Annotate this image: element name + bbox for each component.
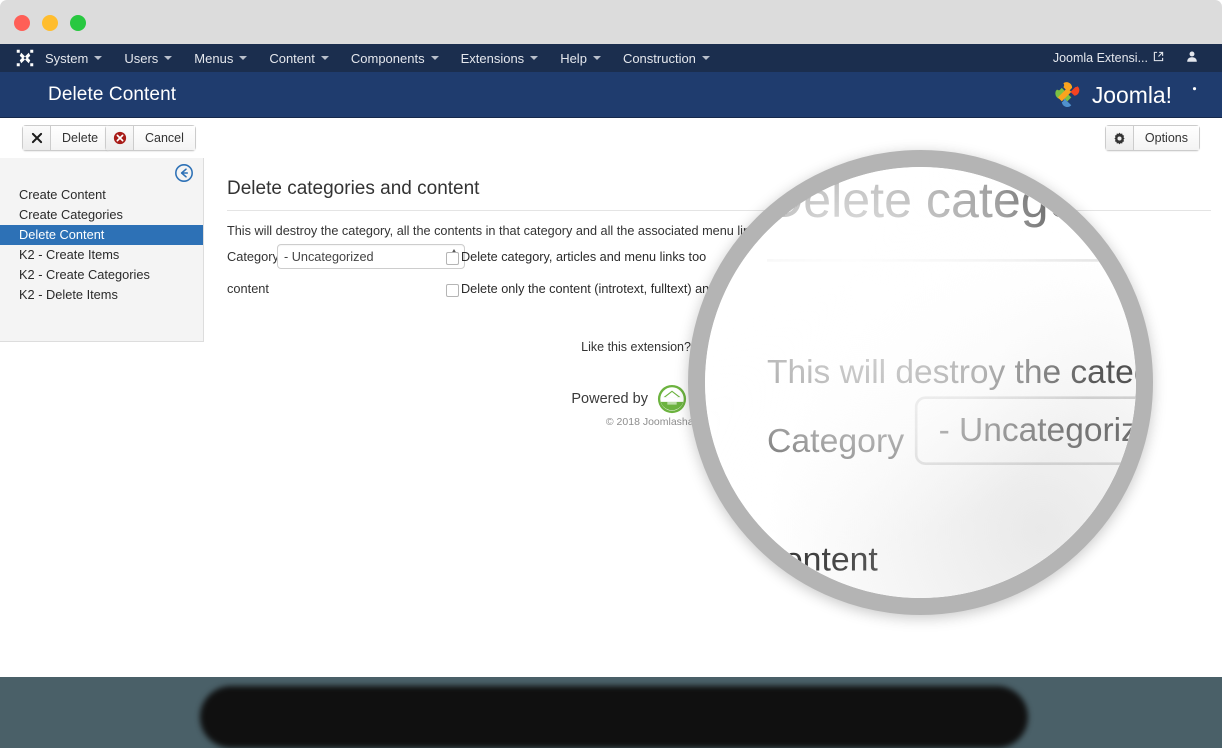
magnified-category-select[interactable]: - Uncategorized bbox=[914, 396, 1136, 465]
category-row: Category - Uncategorized bbox=[227, 244, 465, 269]
category-select-value: - Uncategorized bbox=[284, 249, 374, 264]
close-x-icon bbox=[22, 125, 50, 151]
sidebar-item-delete-content[interactable]: Delete Content bbox=[0, 225, 203, 245]
category-select[interactable]: - Uncategorized bbox=[277, 244, 465, 269]
delete-category-checkbox-row[interactable]: Delete category, articles and menu links… bbox=[446, 250, 706, 265]
sidebar-item-create-content[interactable]: Create Content bbox=[0, 185, 203, 205]
sidebar-item-k2-create-items[interactable]: K2 - Create Items bbox=[0, 245, 203, 265]
menu-item-extensions[interactable]: Extensions bbox=[450, 44, 550, 72]
laptop-base bbox=[0, 672, 1222, 748]
chevron-down-icon bbox=[430, 56, 439, 60]
delete-category-checkbox-label: Delete category, articles and menu links… bbox=[461, 250, 707, 264]
menu-item-users[interactable]: Users bbox=[113, 44, 183, 72]
menu-item-construction[interactable]: Construction bbox=[612, 44, 721, 72]
delete-button[interactable]: Delete bbox=[22, 125, 111, 151]
menu-item-help[interactable]: Help bbox=[549, 44, 612, 72]
chevron-down-icon bbox=[164, 56, 173, 60]
sidebar-item-label: Create Content bbox=[19, 187, 106, 202]
powered-by-label: Powered by bbox=[571, 391, 648, 407]
content-label: content bbox=[227, 281, 269, 296]
joomla-logo-icon: Joomla! bbox=[1046, 78, 1204, 112]
menu-item-content[interactable]: Content bbox=[258, 44, 340, 72]
options-button[interactable]: Options bbox=[1104, 125, 1200, 151]
cancel-button-label: Cancel bbox=[133, 125, 196, 151]
sidebar-item-label: Delete Content bbox=[19, 227, 105, 242]
chevron-down-icon bbox=[592, 56, 601, 60]
joomlashack-house-icon bbox=[657, 384, 687, 414]
chevron-down-icon bbox=[701, 56, 710, 60]
user-menu-button[interactable] bbox=[1186, 50, 1210, 66]
delete-content-only-checkbox-label: Delete only the content (introtext, full… bbox=[461, 282, 725, 296]
menu-item-label: Menus bbox=[194, 50, 234, 66]
page-header: Delete Content Joomla! bbox=[0, 72, 1222, 118]
magnified-form-title: Delete categories and c bbox=[767, 174, 1136, 231]
sidebar-item-k2-delete-items[interactable]: K2 - Delete Items bbox=[0, 285, 203, 305]
chevron-down-icon bbox=[239, 56, 248, 60]
gear-icon bbox=[1104, 125, 1133, 151]
sidebar-item-label: K2 - Create Items bbox=[19, 247, 120, 262]
page-title: Delete Content bbox=[48, 83, 177, 105]
options-button-label: Options bbox=[1132, 125, 1200, 151]
joomla-mark-icon[interactable] bbox=[16, 49, 34, 67]
window-titlebar bbox=[0, 0, 1222, 44]
menu-item-label: Help bbox=[560, 50, 587, 66]
sidebar: Create Content Create Categories Delete … bbox=[0, 158, 204, 342]
sidebar-list: Create Content Create Categories Delete … bbox=[0, 185, 203, 305]
browser-window: System Users Menus Content Components Ex… bbox=[0, 0, 1222, 672]
menu-item-label: Content bbox=[269, 50, 315, 66]
cancel-button[interactable]: Cancel bbox=[105, 125, 196, 151]
magnifier-viewport: Delete categories and c This will destro… bbox=[705, 167, 1136, 598]
form-title: Delete categories and content bbox=[227, 178, 480, 199]
magnified-category-label: Category bbox=[767, 420, 905, 460]
external-link-icon bbox=[1153, 51, 1164, 65]
magnified-category-value: - Uncategorized bbox=[938, 412, 1136, 450]
intro-text: This will destroy the category, all the … bbox=[227, 224, 767, 238]
site-preview-link[interactable]: Joomla Extensi... bbox=[1053, 51, 1164, 65]
admin-menubar: System Users Menus Content Components Ex… bbox=[0, 44, 1222, 72]
magnified-content-label: content bbox=[767, 538, 878, 579]
chevron-down-icon bbox=[320, 56, 329, 60]
arrow-circle-left-icon[interactable] bbox=[174, 163, 194, 183]
magnified-intro-text: This will destroy the category, all the … bbox=[767, 354, 1136, 392]
adminbar-right-group: Joomla Extensi... bbox=[1053, 50, 1222, 66]
svg-text:Joomla!: Joomla! bbox=[1092, 81, 1172, 107]
menu-item-label: System bbox=[45, 50, 89, 66]
category-label: Category bbox=[227, 249, 279, 264]
menu-item-menus[interactable]: Menus bbox=[183, 44, 258, 72]
window-close-button[interactable] bbox=[14, 15, 30, 31]
sidebar-item-create-categories[interactable]: Create Categories bbox=[0, 205, 203, 225]
menu-item-label: Extensions bbox=[460, 50, 525, 66]
screen-bottom-edge bbox=[0, 672, 1222, 677]
laptop-base-shadow bbox=[200, 686, 1028, 748]
user-icon bbox=[1186, 50, 1198, 66]
menu-item-label: Users bbox=[124, 50, 159, 66]
delete-category-checkbox[interactable] bbox=[446, 252, 459, 265]
menu-item-label: Components bbox=[350, 50, 425, 66]
sidebar-item-label: K2 - Create Categories bbox=[19, 267, 150, 282]
sidebar-item-k2-create-categories[interactable]: K2 - Create Categories bbox=[0, 265, 203, 285]
magnified-content: Delete categories and c This will destro… bbox=[705, 167, 1136, 598]
menu-item-label: Construction bbox=[622, 50, 696, 66]
page-toolbar: Delete Cancel Options bbox=[0, 118, 1222, 159]
window-maximize-button[interactable] bbox=[70, 15, 86, 31]
chevron-down-icon bbox=[530, 56, 539, 60]
chevron-down-icon bbox=[94, 56, 103, 60]
menu-item-components[interactable]: Components bbox=[340, 44, 450, 72]
site-link-label: Joomla Extensi... bbox=[1052, 51, 1148, 65]
magnified-title-divider bbox=[767, 259, 1136, 262]
menu-item-system[interactable]: System bbox=[34, 44, 113, 72]
window-minimize-button[interactable] bbox=[42, 15, 58, 31]
cancel-circle-icon bbox=[105, 125, 133, 151]
delete-button-label: Delete bbox=[50, 125, 111, 151]
sidebar-item-label: Create Categories bbox=[19, 207, 123, 222]
sidebar-item-label: K2 - Delete Items bbox=[19, 287, 118, 302]
magnifier-lens: Delete categories and c This will destro… bbox=[688, 150, 1153, 615]
delete-content-only-checkbox-row[interactable]: Delete only the content (introtext, full… bbox=[446, 282, 724, 297]
delete-content-only-checkbox[interactable] bbox=[446, 284, 459, 297]
review-prefix: Like this extension? bbox=[581, 340, 695, 354]
